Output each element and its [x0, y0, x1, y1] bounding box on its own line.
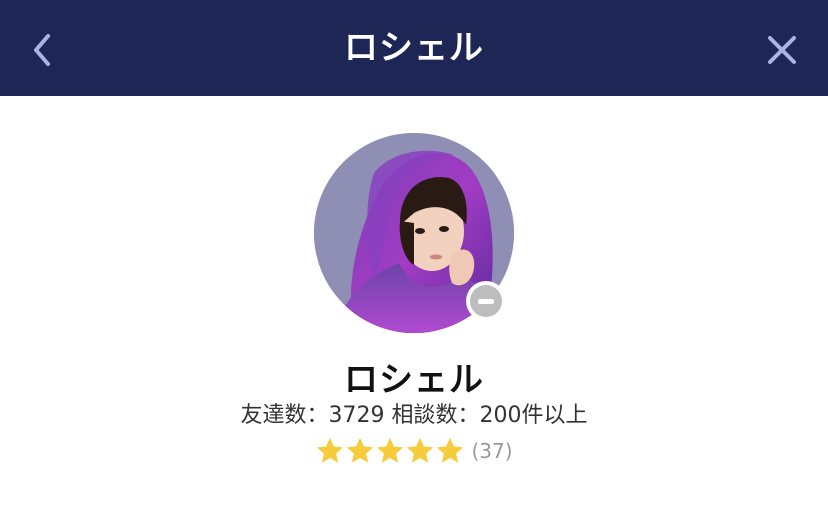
consult-label: 相談数：	[391, 403, 480, 428]
star-icon	[377, 437, 404, 463]
chevron-left-icon	[34, 34, 50, 66]
consult-count: 200件以上	[479, 403, 588, 428]
star-icon	[317, 437, 344, 463]
friends-count: 3729	[328, 403, 385, 428]
profile-stats: 友達数：3729 相談数：200件以上	[0, 397, 828, 429]
review-count: (37)	[471, 439, 513, 463]
star-icon	[347, 437, 374, 463]
avatar-container[interactable]	[314, 133, 514, 333]
profile-name: ロシェル	[344, 360, 484, 400]
star-icon	[437, 437, 464, 463]
page-title: ロシェル	[344, 28, 484, 68]
status-away-icon	[470, 285, 502, 317]
rating-stars	[315, 436, 465, 466]
back-button[interactable]	[22, 30, 62, 70]
rating[interactable]: (37)	[0, 436, 828, 466]
star-icon	[407, 437, 434, 463]
header-bar: ロシェル	[0, 0, 828, 96]
friends-label: 友達数：	[240, 403, 329, 428]
close-icon	[768, 36, 796, 64]
status-badge	[466, 281, 506, 321]
close-button[interactable]	[760, 28, 804, 72]
